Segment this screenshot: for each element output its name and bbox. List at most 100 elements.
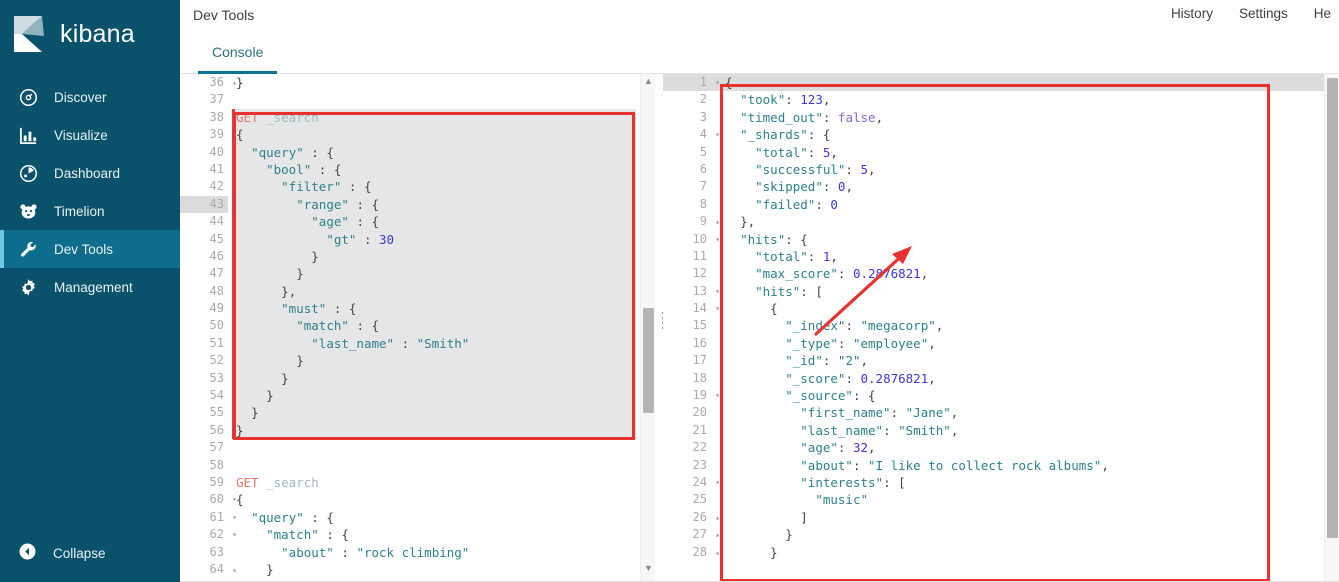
request-editor[interactable]: 36 ▴ 37 38 39 ▾ 40 ▾ 41 ▾ 42 ▾ 43 ▾ 44 ▾ 45 46 ▴ 47 ▴ 48 ▴ 49 ▾ 5… [180,74,655,582]
response-viewer[interactable]: 1 ▾ 2 3 4 ▾ 5 6 7 8 9 ▴ 10 ▾ 11 12 13 ▾ 14 ▾ 15 16 17 18 19 ▾ 20 21… [663,74,1339,582]
fold-toggle-icon[interactable]: ▴ [711,509,720,526]
page-title: Dev Tools [193,7,255,23]
line-number: 7 [699,179,707,194]
line-number: 41 ▾ [180,161,237,178]
line-number: 62 ▾ [180,526,237,543]
response-scroll-thumb[interactable] [1327,78,1338,538]
line-number: 17 [692,353,707,368]
scroll-up-arrow[interactable]: ▲ [643,76,654,87]
editor-code[interactable]: } GET _search { "query" : { "bool" : { "f… [236,74,469,578]
line-number: 38 [209,109,224,124]
response-scrollbar[interactable] [1324,74,1339,582]
brand[interactable]: kibana [0,0,180,68]
line-number: 56 ▴ [180,422,237,439]
line-number: 46 ▴ [180,248,237,265]
code-line: "query" : { [251,509,334,525]
code-line: "bool" : { [266,161,342,177]
line-number: 47 ▴ [180,265,237,282]
line-number: 28 ▴ [663,544,720,561]
line-number: 48 ▴ [180,283,237,300]
sidebar-item-label: Dashboard [54,165,121,181]
editor-scrollbar[interactable]: ▲ ▼ [640,74,655,582]
response-code[interactable]: { "took": 123, "timed_out": false, "_sha… [725,74,1109,561]
sidebar-item-dev-tools[interactable]: Dev Tools [0,230,180,268]
code-line: "failed": 0 [755,196,838,212]
line-number: 43 ▾ [180,195,237,214]
line-number: 39 ▾ [180,126,237,143]
line-number: 21 [692,422,707,437]
header-link-history[interactable]: History [1171,6,1213,21]
sidebar: kibana Discover Visualize Dashboard Time… [0,0,180,582]
line-number: 59 [209,474,224,489]
sidebar-item-timelion[interactable]: Timelion [0,192,180,230]
line-number: 40 ▾ [180,144,237,161]
code-line: GET _search [236,474,319,490]
line-number: 3 [699,109,707,124]
line-number: 37 [209,92,224,107]
sidebar-item-dashboard[interactable]: Dashboard [0,154,180,192]
sidebar-item-visualize[interactable]: Visualize [0,116,180,154]
code-line: } [785,527,793,543]
code-line: "match" : { [266,527,349,543]
code-line: ] [800,509,808,525]
fold-toggle-icon[interactable]: ▾ [711,283,720,300]
code-line: } [251,405,259,421]
fold-toggle-icon[interactable]: ▾ [711,300,720,317]
line-number: 57 [209,440,224,455]
header-link-help[interactable]: He [1314,6,1331,21]
app-header: Dev Tools History Settings He [180,0,1339,33]
line-number: 50 ▾ [180,317,237,334]
line-number: 8 [699,196,707,211]
fold-toggle-icon[interactable]: ▴ [711,526,720,543]
code-line: "first_name": "Jane", [800,405,959,421]
code-line: "total": 1, [755,248,838,264]
code-line: "_score": 0.2876821, [785,370,936,386]
header-links: History Settings He [1171,6,1339,21]
code-line: } [236,75,244,90]
code-line: "match" : { [296,318,380,334]
line-number: 5 [699,144,707,159]
line-number: 64 ▴ [180,561,237,578]
line-number: 9 ▴ [663,213,720,230]
wrench-icon [18,239,38,259]
fold-toggle-icon[interactable]: ▾ [711,74,720,91]
code-line: "age": 32, [800,440,876,456]
compass-icon [18,87,38,107]
line-number: 12 [692,266,707,281]
header-link-settings[interactable]: Settings [1239,6,1288,21]
line-number: 61 ▾ [180,509,237,526]
code-line: } [311,248,319,264]
line-number: 2 [699,92,707,107]
fold-toggle-icon[interactable]: ▾ [711,387,720,404]
line-number: 4 ▾ [663,126,720,143]
code-line: "about": "I like to collect rock albums"… [800,457,1109,473]
fold-toggle-icon[interactable]: ▾ [711,126,720,143]
line-number: 53 ▴ [180,370,237,387]
sidebar-item-management[interactable]: Management [0,268,180,306]
bear-face-icon [18,201,38,221]
code-line: "query" : { [251,144,334,160]
code-line: } [266,561,274,577]
code-line: "hits": { [740,231,808,247]
sidebar-collapse-button[interactable]: Collapse [0,534,180,572]
line-number: 24 ▾ [663,474,720,491]
console-area: 36 ▴ 37 38 39 ▾ 40 ▾ 41 ▾ 42 ▾ 43 ▾ 44 ▾ 45 46 ▴ 47 ▴ 48 ▴ 49 ▾ 5… [180,74,1339,582]
code-line: "total": 5, [755,144,838,160]
fold-toggle-icon[interactable]: ▾ [711,474,720,491]
code-line: "interests": [ [800,474,906,490]
code-line: "filter" : { [281,179,372,195]
fold-toggle-icon[interactable]: ▴ [711,544,720,561]
tab-console[interactable]: Console [198,33,278,74]
editor-scroll-thumb[interactable] [643,308,654,413]
sidebar-item-discover[interactable]: Discover [0,78,180,116]
fold-toggle-icon[interactable]: ▴ [711,213,720,230]
line-number: 15 [692,318,707,333]
code-line: }, [740,214,756,230]
code-line: "took": 123, [740,92,831,108]
code-line: "skipped": 0, [755,179,853,195]
line-number: 51 [209,335,224,350]
fold-toggle-icon[interactable]: ▾ [711,231,720,248]
scroll-down-arrow[interactable]: ▼ [643,563,654,574]
